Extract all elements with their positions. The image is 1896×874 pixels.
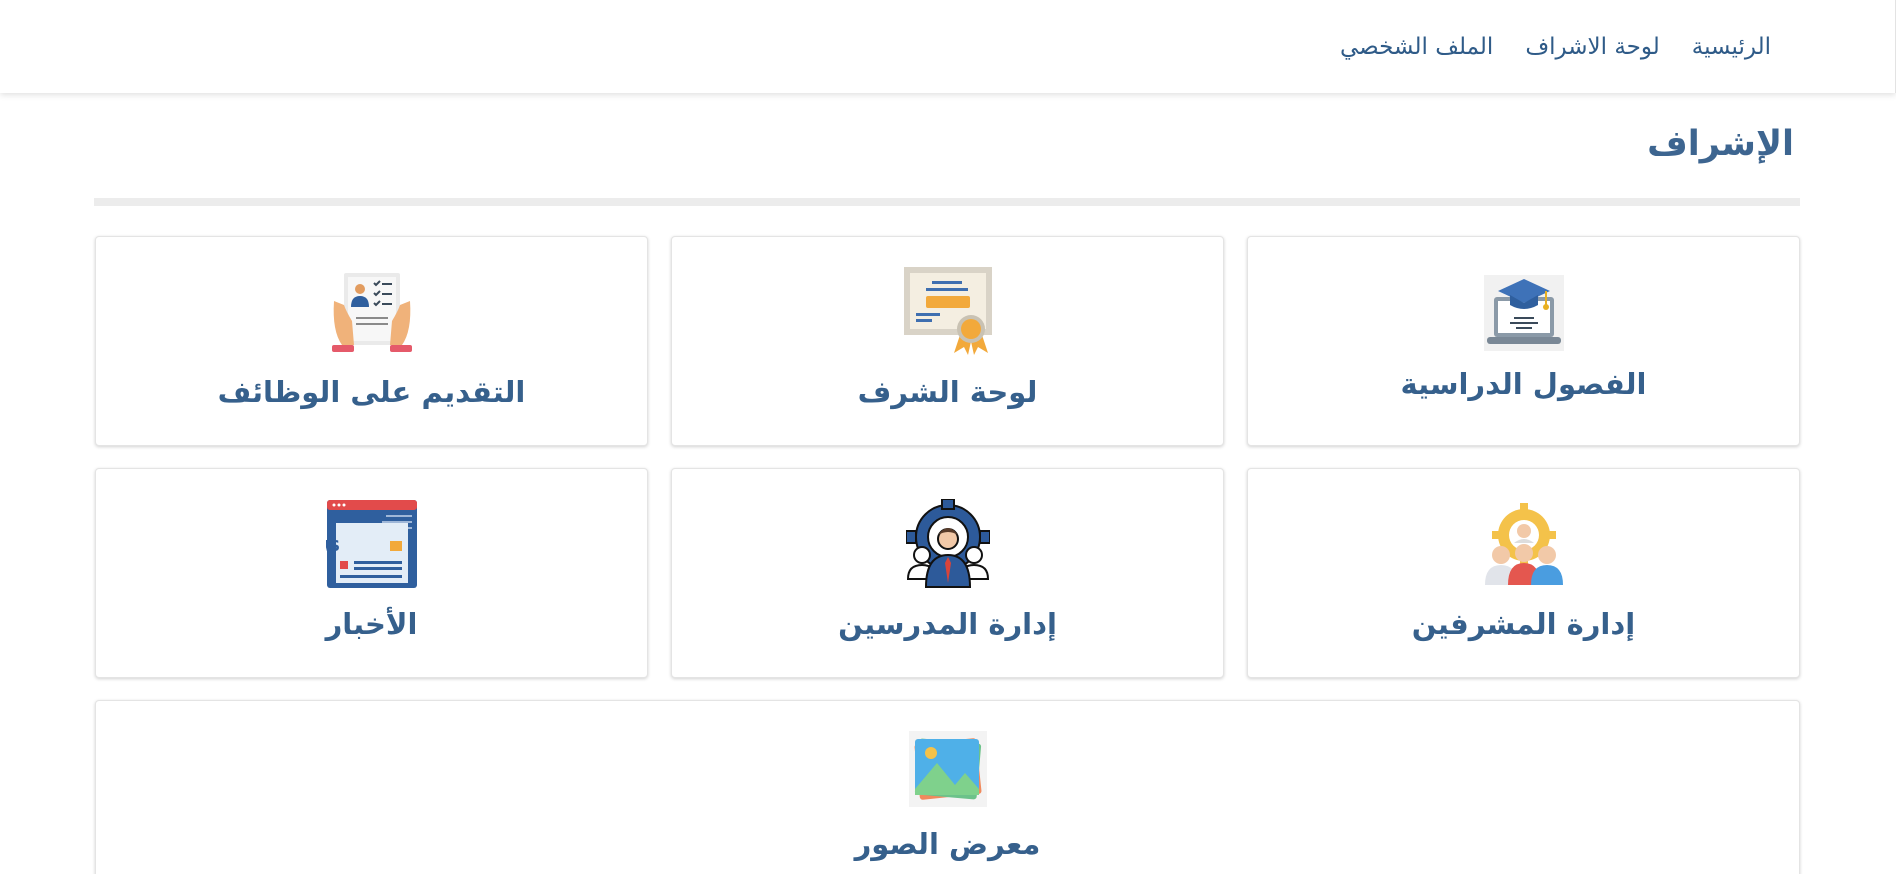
photo-gallery-icon (908, 731, 987, 807)
teachers-gear-icon (905, 499, 990, 588)
nav-link-supervision-panel[interactable]: لوحة الاشراف (1525, 34, 1659, 60)
news-icon-text: NEWS (326, 537, 340, 555)
nav-link-profile[interactable]: الملف الشخصي (1340, 34, 1493, 60)
graduation-laptop-icon (1483, 275, 1564, 351)
card-teachers-management[interactable]: إدارة المدرسين (671, 468, 1224, 678)
card-supervisors-management[interactable]: إدارة المشرفين (1247, 468, 1800, 678)
card-label-supervisors-management: إدارة المشرفين (1411, 607, 1636, 641)
title-divider (94, 198, 1800, 206)
card-job-applications[interactable]: التقديم على الوظائف (95, 236, 648, 446)
page-title: الإشراف (1647, 124, 1794, 164)
card-label-teachers-management: إدارة المدرسين (838, 607, 1057, 641)
card-label-honor-board: لوحة الشرف (857, 375, 1038, 409)
card-honor-board[interactable]: لوحة الشرف (671, 236, 1224, 446)
card-label-photo-gallery: معرض الصور (854, 827, 1041, 861)
card-classes[interactable]: الفصول الدراسية (1247, 236, 1800, 446)
card-label-news: الأخبار (325, 607, 418, 641)
card-label-classes: الفصول الدراسية (1400, 367, 1647, 401)
top-navbar: الرئيسية لوحة الاشراف الملف الشخصي (0, 0, 1896, 93)
nav-link-home[interactable]: الرئيسية (1692, 34, 1771, 60)
job-application-icon (331, 273, 412, 352)
nav-links: الرئيسية لوحة الاشراف الملف الشخصي (1340, 0, 1771, 93)
news-icon: NEWS (326, 500, 417, 588)
supervisors-icon (1484, 503, 1563, 585)
card-photo-gallery[interactable]: معرض الصور (95, 700, 1800, 874)
certificate-icon (903, 267, 992, 355)
card-news[interactable]: NEWS الأخبار (95, 468, 648, 678)
card-label-job-applications: التقديم على الوظائف (217, 375, 526, 409)
